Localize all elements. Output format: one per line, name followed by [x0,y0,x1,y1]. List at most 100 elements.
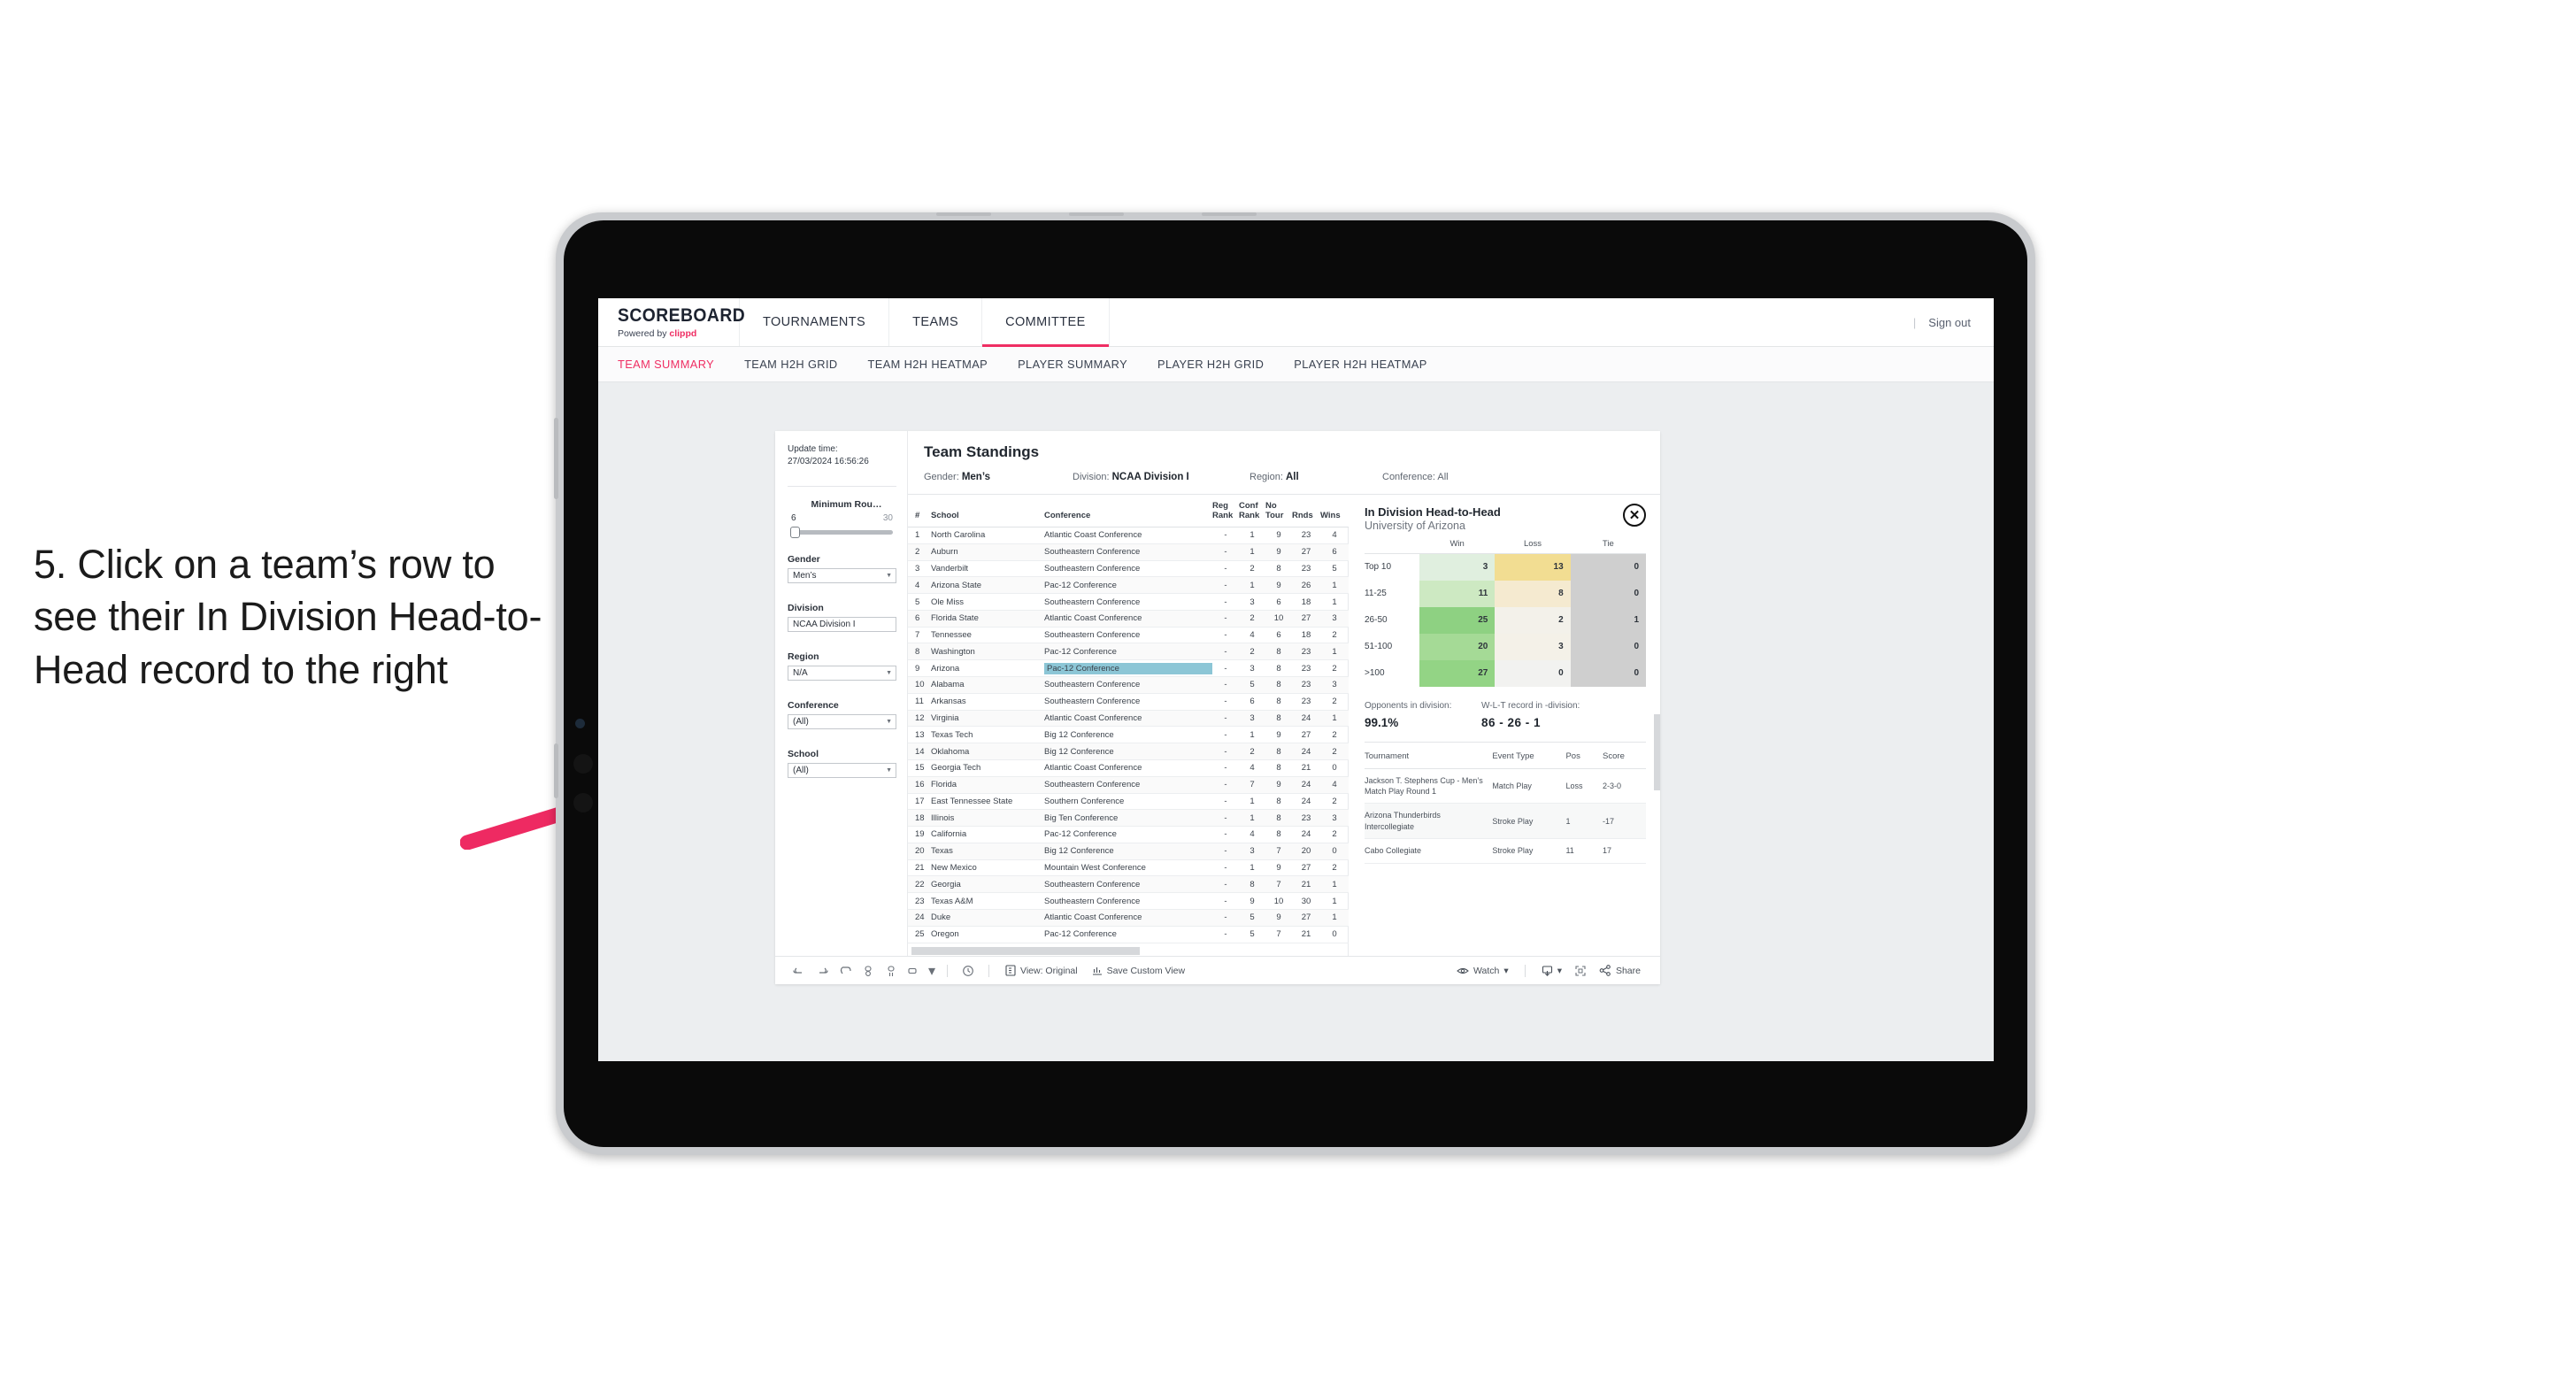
brand-logo[interactable]: SCOREBOARD Powered by clippd [598,298,745,346]
table-row[interactable]: 20 Texas Big 12 Conference -3 7 20 0 [908,843,1349,860]
fullscreen-icon[interactable] [1569,961,1592,981]
undo-icon[interactable] [788,961,811,981]
watch-button[interactable]: Watch ▾ [1449,966,1516,976]
tab-team-h2h-heatmap[interactable]: TEAM H2H HEATMAP [868,358,988,371]
table-row[interactable]: 1 North Carolina Atlantic Coast Conference… [908,527,1349,544]
table-row[interactable]: 17 East Tennessee State Southern Conferenc… [908,793,1349,811]
tab-player-h2h-heatmap[interactable]: PLAYER H2H HEATMAP [1294,358,1426,371]
cell-rnds: 18 [1292,593,1320,611]
col-conf-rank[interactable]: Conf Rank [1239,495,1265,527]
tournament-row[interactable]: Jackson T. Stephens Cup - Men’s Match Pl… [1365,768,1646,805]
col-no-tour[interactable]: No Tour [1265,495,1292,527]
gender-select[interactable]: Men’s ▼ [788,568,896,584]
history-icon[interactable] [957,961,980,981]
cell-conference: Pac-12 Conference [1044,659,1212,678]
dashboard-card: Update time: 27/03/2024 16:56:26 Minimum… [775,431,1660,984]
download-button[interactable]: ▾ [1534,965,1569,977]
share-button[interactable]: Share [1592,965,1648,976]
table-row[interactable]: 12 Virginia Atlantic Coast Conference -3 8 24… [908,710,1349,728]
cell-wins: 4 [1320,527,1349,544]
chevron-down-icon[interactable]: ▾ [926,961,938,981]
col-rnds[interactable]: Rnds [1292,495,1320,527]
cell-no-tour: 7 [1265,843,1292,860]
cell-wins: 3 [1320,610,1349,628]
table-row[interactable]: 5 Ole Miss Southeastern Conference -3 6 18 1 [908,593,1349,611]
table-row[interactable]: 25 Oregon Pac-12 Conference -5 7 21 0 [908,926,1349,943]
table-row[interactable]: 18 Illinois Big Ten Conference -1 8 23 3 [908,809,1349,828]
slider-handle[interactable] [790,527,800,539]
col-rank[interactable]: # [908,495,931,527]
cell-event-type: Match Play [1492,768,1566,805]
tab-team-summary[interactable]: TEAM SUMMARY [618,358,714,371]
cell-conf-rank: 4 [1239,826,1265,843]
col-reg-rank[interactable]: Reg Rank [1212,495,1239,527]
close-icon[interactable]: ✕ [1623,504,1646,527]
redo-icon[interactable] [811,961,834,981]
col-school[interactable]: School [931,495,1044,527]
revert-icon[interactable] [834,961,857,981]
table-row[interactable]: 11 Arkansas Southeastern Conference -6 8 23 2 [908,693,1349,711]
nav-committee[interactable]: COMMITTEE [982,298,1110,347]
pause-icon[interactable] [880,961,903,981]
cell-conference: Southern Conference [1044,793,1212,811]
panel-vertical-scrollbar[interactable] [1654,714,1660,790]
table-row[interactable]: 4 Arizona State Pac-12 Conference -1 9 26 1 [908,576,1349,595]
cell-school: Ole Miss [931,593,1044,611]
refresh-icon[interactable] [857,961,880,981]
cell-conference: Atlantic Coast Conference [1044,527,1212,544]
view-original-button[interactable]: View: Original [998,965,1085,976]
fit-width-icon[interactable] [903,961,926,981]
conference-select[interactable]: (All) ▼ [788,714,896,730]
cell-rank: 9 [908,659,931,678]
table-row[interactable]: 7 Tennessee Southeastern Conference -4 6 18 2 [908,627,1349,644]
cell-wins: 6 [1320,543,1349,561]
cell-wins: 0 [1320,926,1349,943]
nav-teams[interactable]: TEAMS [889,298,983,346]
h2h-table-body: Top 10 3 13 0 11-25 11 8 0 26-50 25 2 1 51-100 20 3 0 >1… [1365,553,1646,687]
table-row[interactable]: 21 New Mexico Mountain West Conference -1 9 2… [908,859,1349,877]
save-custom-view-button[interactable]: Save Custom View [1085,965,1193,976]
table-row[interactable]: 6 Florida State Atlantic Coast Conference -… [908,610,1349,628]
h2h-tie-cell: 1 [1570,606,1646,634]
region-select[interactable]: N/A ▼ [788,666,896,681]
cell-school: Texas [931,843,1044,860]
cell-score: 2-3-0 [1603,768,1646,805]
nav-tournaments[interactable]: TOURNAMENTS [740,298,890,346]
scrollbar-thumb[interactable] [911,946,1141,955]
table-row[interactable]: 15 Georgia Tech Atlantic Coast Conference -… [908,759,1349,777]
power-button[interactable] [554,418,558,499]
frame-antenna-line-1 [936,212,991,216]
tournament-row[interactable]: Arizona Thunderbirds Intercollegiate Stro… [1365,803,1646,840]
table-row[interactable]: 24 Duke Atlantic Coast Conference -5 9 27 1 [908,909,1349,927]
table-row[interactable]: 8 Washington Pac-12 Conference -2 8 23 1 [908,643,1349,661]
minimum-rounds-slider[interactable] [790,527,893,539]
table-row[interactable]: 22 Georgia Southeastern Conference -8 7 21 1 [908,875,1349,894]
table-row[interactable]: 10 Alabama Southeastern Conference -5 8 23 3 [908,676,1349,694]
col-conference[interactable]: Conference [1044,495,1212,527]
cell-wins: 2 [1320,693,1349,711]
minimum-rounds-filter: Minimum Rou… 6 30 [788,499,896,539]
cell-school: Tennessee [931,627,1044,644]
tab-player-summary[interactable]: PLAYER SUMMARY [1018,358,1127,371]
table-row[interactable]: 23 Texas A&M Southeastern Conference -9 10 30… [908,892,1349,910]
col-wins[interactable]: Wins [1320,495,1349,527]
cell-wins: 2 [1320,659,1349,678]
table-row[interactable]: 3 Vanderbilt Southeastern Conference -2 8 23 5 [908,560,1349,578]
table-row[interactable]: 16 Florida Southeastern Conference -7 9 24 4 [908,776,1349,794]
table-row[interactable]: 9 Arizona Pac-12 Conference -3 8 23 2 [908,659,1349,678]
division-select[interactable]: NCAA Division I [788,617,896,633]
table-row[interactable]: 2 Auburn Southeastern Conference -1 9 27 6 [908,543,1349,561]
cell-conference: Big 12 Conference [1044,843,1212,860]
volume-button[interactable] [554,743,558,798]
table-row[interactable]: 19 California Pac-12 Conference -4 8 24 2 [908,826,1349,843]
tournament-row[interactable]: Cabo Collegiate Stroke Play 11 17 [1365,838,1646,864]
tab-player-h2h-grid[interactable]: PLAYER H2H GRID [1157,358,1264,371]
tab-team-h2h-grid[interactable]: TEAM H2H GRID [744,358,837,371]
school-select[interactable]: (All) ▼ [788,763,896,779]
horizontal-scrollbar[interactable] [908,943,1348,956]
table-row[interactable]: 13 Texas Tech Big 12 Conference -1 9 27 2 [908,726,1349,744]
cell-no-tour: 8 [1265,676,1292,694]
sign-out-link[interactable]: Sign out [1928,316,1971,329]
table-row[interactable]: 14 Oklahoma Big 12 Conference -2 8 24 2 [908,743,1349,760]
cell-reg-rank: - [1212,926,1239,943]
